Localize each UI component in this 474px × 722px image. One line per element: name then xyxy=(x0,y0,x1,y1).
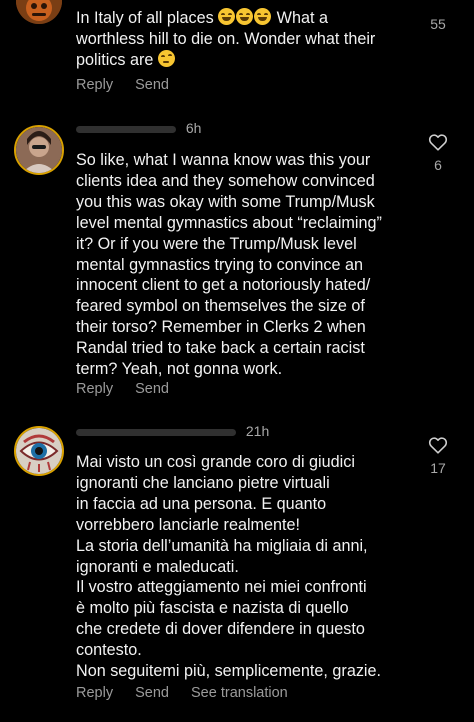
like-count: 55 xyxy=(430,16,446,32)
comment-text: So like, what I wanna know was this your… xyxy=(76,150,416,380)
comment-line: è molto più fascista e nazista di quello xyxy=(76,599,349,618)
comment-line: mental gymnastics trying to convince an xyxy=(76,255,364,274)
comment-actions: Reply Send See translation xyxy=(76,685,306,701)
comment-line: their torso? Remember in Clerks 2 when xyxy=(76,318,366,337)
heart-outline-icon[interactable] xyxy=(428,133,448,151)
comment-line: ignoranti e maleducati. xyxy=(76,557,239,576)
comment-line-suffix: What a xyxy=(276,9,328,27)
comment-line: it? Or if you were the Trump/Musk level xyxy=(76,234,357,253)
heart-outline-icon[interactable] xyxy=(428,436,448,454)
like-control: 6 xyxy=(418,133,458,173)
like-count: 17 xyxy=(430,460,446,476)
comment-line: contesto. xyxy=(76,641,142,660)
comment-line: in faccia ad una persona. E quanto xyxy=(76,494,327,513)
comment-text: Mai visto un così grande coro di giudici… xyxy=(76,452,416,682)
comment-line: Randal tried to take back a certain raci… xyxy=(76,339,365,358)
comment-line: ignoranti che lanciano pietre virtuali xyxy=(76,473,330,492)
comment-line: term? Yeah, not gonna work. xyxy=(76,360,283,379)
avatar-image xyxy=(16,0,62,24)
send-button[interactable]: Send xyxy=(135,381,169,397)
reply-button[interactable]: Reply xyxy=(76,381,113,397)
comment-line: level mental gymnastics about “reclaimin… xyxy=(76,213,382,232)
comment-line: che credete di dover difendere in questo xyxy=(76,620,365,639)
like-control: 17 xyxy=(418,436,458,476)
comment-line: vorrebbero lanciarle realmente! xyxy=(76,515,301,534)
comment-text: In Italy of all places What a worthless … xyxy=(76,8,416,71)
comment-line: La storia dell’umanità ha migliaia di an… xyxy=(76,536,368,555)
redacted-username[interactable] xyxy=(76,428,236,436)
comment-line: feared symbol on themselves the size of xyxy=(76,297,365,316)
comment-meta: 21h xyxy=(76,423,269,439)
comment-2: 6h So like, what I wanna know was this y… xyxy=(0,110,474,410)
send-button[interactable]: Send xyxy=(135,77,169,93)
comment-line: Il vostro atteggiamento nei miei confron… xyxy=(76,578,367,597)
comment-line: politics are xyxy=(76,50,154,69)
comment-time: 21h xyxy=(245,423,270,439)
comment-actions: Reply Send xyxy=(76,381,187,397)
comment-line: In Italy of all places xyxy=(76,9,214,27)
comment-line: Non seguitemi più, semplicemente, grazie… xyxy=(76,662,382,681)
comment-line: Mai visto un così grande coro di giudici xyxy=(76,453,355,471)
comment-line: So like, what I wanna know was this your xyxy=(76,151,371,169)
commenter-avatar[interactable] xyxy=(14,426,64,476)
commenter-avatar[interactable] xyxy=(14,125,64,175)
avatar-image xyxy=(16,127,62,173)
redacted-username[interactable] xyxy=(76,125,176,133)
send-button[interactable]: Send xyxy=(135,685,169,701)
comment-line: innocent client to get a notoriously hat… xyxy=(76,276,371,295)
like-count: 6 xyxy=(434,157,442,173)
grinning-face-emoji xyxy=(236,8,254,25)
thinking-face-emoji xyxy=(157,49,175,67)
grinning-face-emoji xyxy=(218,8,236,25)
comment-line: you this was okay with some Trump/Musk xyxy=(76,192,375,211)
comment-actions: Reply Send xyxy=(76,77,187,93)
see-translation-button[interactable]: See translation xyxy=(191,685,288,701)
comment-line: clients idea and they somehow convinced xyxy=(76,171,375,190)
comment-line: worthless hill to die on. Wonder what th… xyxy=(76,29,376,48)
comment-1: In Italy of all places What a worthless … xyxy=(0,0,474,110)
comment-meta: 6h xyxy=(76,120,201,136)
commenter-avatar[interactable] xyxy=(16,0,62,24)
comment-3: 21h Mai visto un così grande coro di giu… xyxy=(0,410,474,722)
grinning-face-emoji xyxy=(254,8,272,25)
comment-time: 6h xyxy=(185,120,202,136)
reply-button[interactable]: Reply xyxy=(76,77,113,93)
reply-button[interactable]: Reply xyxy=(76,685,113,701)
like-control: 55 xyxy=(418,0,458,32)
avatar-image xyxy=(16,428,62,474)
